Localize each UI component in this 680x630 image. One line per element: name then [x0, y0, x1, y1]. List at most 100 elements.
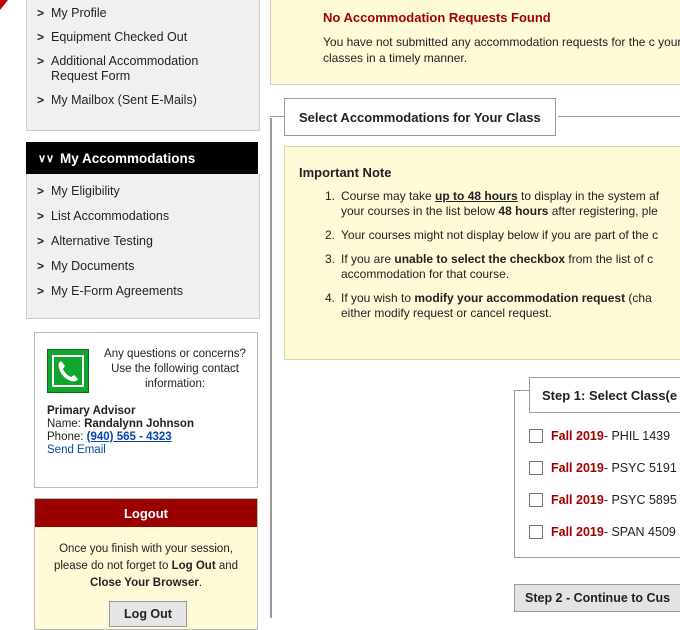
red-corner-mark	[0, 0, 8, 10]
class-term: Fall 2019	[551, 461, 604, 475]
note-text-part: If you wish to	[341, 291, 415, 305]
class-row[interactable]: Fall 2019 - PSYC 5191	[529, 461, 677, 475]
logout-box: Logout Once you finish with your session…	[34, 498, 258, 630]
important-note-list: 1. Course may take up to 48 hours to dis…	[299, 189, 680, 330]
class-checkbox[interactable]	[529, 525, 543, 539]
note-text-part: accommodation for that course.	[341, 267, 510, 281]
note-number: 4.	[324, 291, 335, 305]
note-text-emphasis: up to 48 hours	[435, 189, 518, 203]
note-text-part: (cha	[625, 291, 652, 305]
sidebar-item-label: List Accommodations	[51, 209, 170, 223]
note-text-part: from the list of c	[565, 252, 654, 266]
sidebar-item-label: My Documents	[51, 259, 135, 273]
phone-icon	[47, 349, 89, 393]
section-header-label: My Accommodations	[60, 150, 196, 166]
send-email-link[interactable]: Send Email	[47, 444, 106, 456]
class-checkbox[interactable]	[529, 461, 543, 475]
fieldset-border-top	[558, 116, 680, 117]
sidebar-item-label: My Profile	[51, 6, 107, 20]
step2-continue-button[interactable]: Step 2 - Continue to Cus	[514, 584, 680, 612]
note-text-part: either modify request or cancel request.	[341, 306, 552, 320]
main-content: No Accommodation Requests Found You have…	[270, 0, 680, 618]
chevron-right-icon: >	[37, 54, 45, 68]
sidebar-item-eform-agreements[interactable]: > My E-Form Agreements	[27, 279, 259, 304]
class-course: - PHIL 1439	[603, 429, 671, 443]
important-note-box: Important Note 1. Course may take up to …	[284, 146, 680, 360]
chevron-right-icon: >	[37, 6, 45, 20]
note-number: 1.	[324, 189, 335, 203]
sidebar-item-additional-request[interactable]: > Additional Accommodation Request Form	[27, 50, 259, 89]
alert-text: You have not submitted any accommodation…	[323, 35, 680, 65]
sidebar-item-label: My Eligibility	[51, 184, 120, 198]
fieldset-border-top	[270, 116, 284, 117]
class-row[interactable]: Fall 2019 - PHIL 1439	[529, 429, 670, 443]
logout-text-part: and	[215, 560, 239, 572]
note-item: 2. Your courses might not display below …	[299, 228, 680, 243]
sidebar-item-mailbox[interactable]: > My Mailbox (Sent E-Mails)	[27, 89, 259, 113]
class-term: Fall 2019	[551, 429, 604, 443]
fieldset-border	[270, 118, 272, 618]
sidebar-item-eligibility[interactable]: > My Eligibility	[27, 179, 259, 204]
class-checkbox[interactable]	[529, 429, 543, 443]
class-row[interactable]: Fall 2019 - SPAN 4509	[529, 525, 676, 539]
sidebar-item-my-documents[interactable]: > My Documents	[27, 254, 259, 279]
step1-legend: Step 1: Select Class(e	[529, 377, 680, 413]
sidebar-item-label: My Mailbox (Sent E-Mails)	[51, 93, 197, 107]
note-item: 4. If you wish to modify your accommodat…	[299, 291, 680, 321]
chevron-right-icon: >	[37, 93, 45, 107]
advisor-role: Primary Advisor	[47, 405, 136, 417]
sidebar-item-label: Alternative Testing	[51, 234, 153, 248]
note-text: If you wish to modify your accommodation…	[341, 291, 680, 321]
chevron-right-icon: >	[37, 209, 45, 223]
alert-title: No Accommodation Requests Found	[323, 10, 551, 25]
chevron-right-icon: >	[37, 234, 45, 248]
advisor-info: Primary Advisor Name: Randalynn Johnson …	[47, 405, 194, 457]
note-number: 2.	[324, 228, 335, 242]
double-chevron-down-icon: ∨∨	[38, 152, 55, 165]
log-out-button[interactable]: Log Out	[109, 601, 187, 627]
note-text-part: your courses in the list below	[341, 204, 499, 218]
page-left-edge	[0, 0, 8, 618]
advisor-phone-link[interactable]: (940) 565 - 4323	[87, 431, 172, 443]
class-checkbox[interactable]	[529, 493, 543, 507]
step1-legend-text: Step 1: Select Class(e	[542, 387, 678, 403]
note-text-part: to display in the system af	[517, 189, 660, 203]
sidebar-item-my-profile[interactable]: > My Profile	[27, 2, 259, 26]
logout-text-bold: Log Out	[171, 560, 216, 572]
logout-text-part: .	[198, 577, 203, 589]
step1-class-selection: Step 1: Select Class(e Fall 2019 - PHIL …	[514, 377, 680, 558]
note-text-emphasis: modify your accommodation request	[414, 291, 626, 305]
sidebar-item-alternative-testing[interactable]: > Alternative Testing	[27, 229, 259, 254]
note-text-part: after registering, ple	[548, 204, 658, 218]
no-requests-alert: No Accommodation Requests Found You have…	[270, 0, 680, 85]
chevron-right-icon: >	[37, 259, 45, 273]
note-item: 3. If you are unable to select the check…	[299, 252, 680, 282]
note-text-part: If you are	[341, 252, 395, 266]
contact-intro: Any questions or concerns? Use the follo…	[104, 348, 246, 390]
section-legend: Select Accommodations for Your Class	[284, 98, 556, 136]
section-legend-text: Select Accommodations for Your Class	[299, 109, 541, 125]
my-accommodations-header[interactable]: ∨∨ My Accommodations	[26, 142, 258, 174]
sidebar-item-label: Additional Accommodation Request Form	[51, 54, 199, 83]
class-row[interactable]: Fall 2019 - PSYC 5895	[529, 493, 677, 507]
sidebar-item-equipment[interactable]: > Equipment Checked Out	[27, 26, 259, 50]
class-course: - SPAN 4509	[603, 525, 676, 539]
step2-button-label: Step 2 - Continue to Cus	[525, 591, 671, 605]
note-text: Your courses might not display below if …	[341, 228, 680, 243]
important-note-title: Important Note	[299, 165, 392, 180]
logout-header: Logout	[35, 499, 257, 527]
logout-text-bold: Close Your Browser	[89, 577, 199, 589]
logout-instructions: Once you finish with your session, pleas…	[35, 527, 257, 592]
chevron-right-icon: >	[37, 184, 45, 198]
advisor-name-label: Name:	[47, 418, 85, 430]
note-number: 3.	[324, 252, 335, 266]
advisor-name: Randalynn Johnson	[84, 418, 194, 430]
contact-box: Any questions or concerns? Use the follo…	[34, 332, 258, 488]
sidebar-item-list-accommodations[interactable]: > List Accommodations	[27, 204, 259, 229]
note-text-part: Your courses might not display below if …	[341, 228, 659, 242]
class-course: - PSYC 5895	[603, 493, 677, 507]
class-course: - PSYC 5191	[603, 461, 677, 475]
chevron-right-icon: >	[37, 284, 45, 298]
note-text-emphasis: 48 hours	[498, 204, 549, 218]
advisor-phone-label: Phone:	[47, 431, 87, 443]
